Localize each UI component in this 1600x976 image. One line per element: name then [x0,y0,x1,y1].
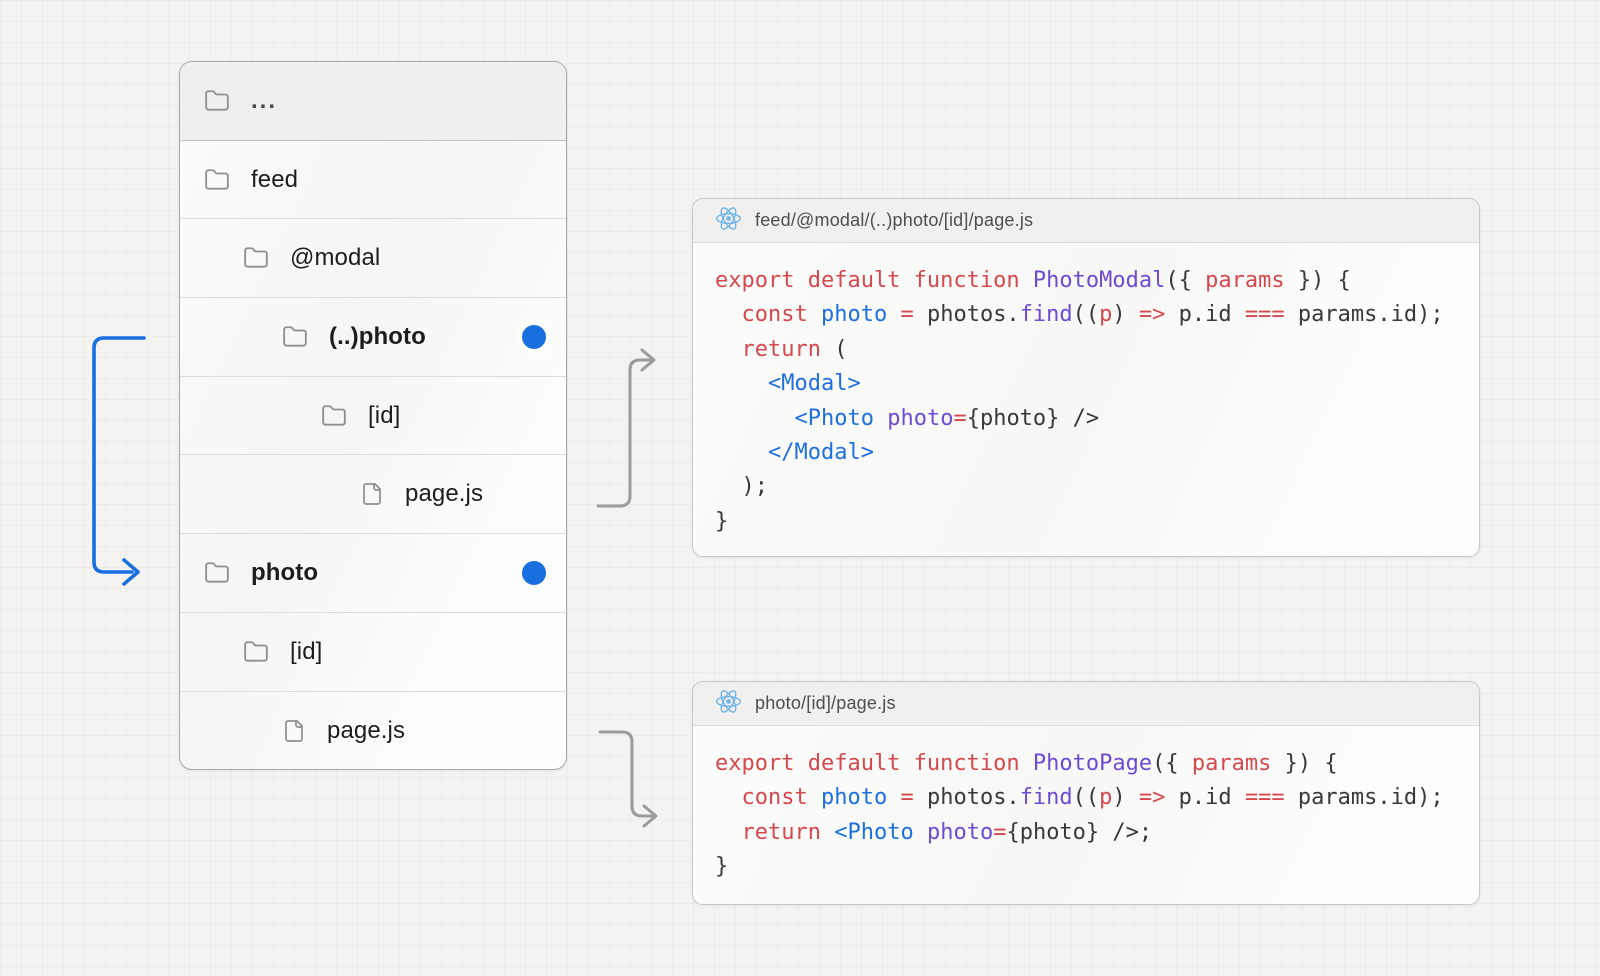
tree-row-label: ... [251,87,277,115]
code-card-photo-page: photo/[id]/page.js export default functi… [692,681,1480,905]
folder-icon [243,639,269,665]
code-line: return ( [715,333,1457,367]
folder-icon [243,245,269,271]
folder-icon [321,403,347,429]
tree-row-id: [id] [180,377,566,456]
active-route-dot [522,325,546,349]
tree-row-page-js: page.js [180,692,566,771]
tree-row-label: @modal [290,244,380,272]
tree-row-label: page.js [405,480,483,508]
code-line: export default function PhotoModal({ par… [715,264,1457,298]
file-icon [360,482,384,506]
photo-page-to-code-arrow [596,722,668,830]
code-line: return <Photo photo={photo} />; [715,816,1457,850]
tree-row-page-js: page.js [180,455,566,534]
tree-row-label: [id] [290,638,322,666]
folder-icon [204,560,230,586]
folder-icon [204,167,230,193]
tree-row-id: [id] [180,613,566,692]
tree-row-label: photo [251,559,318,587]
folder-icon [282,324,308,350]
tree-row-photo: photo [180,534,566,613]
code-line: const photo = photos.find((p) => p.id ==… [715,298,1457,332]
tree-row-: ... [180,62,566,141]
react-logo-icon [715,205,742,237]
code-line: <Modal> [715,367,1457,401]
file-tree: ... feed @modal (..)photo [id] page.js photo [i… [179,61,567,770]
code-line: export default function PhotoPage({ para… [715,747,1457,781]
code-line: ); [715,470,1457,504]
code-line: <Photo photo={photo} /> [715,402,1457,436]
code-card-header: feed/@modal/(..)photo/[id]/page.js [693,199,1479,243]
intercept-route-arrow [86,326,148,588]
tree-row-feed: feed [180,141,566,220]
code-file-path: photo/[id]/page.js [755,693,896,714]
code-snippet: export default function PhotoModal({ par… [693,243,1479,555]
code-card-intercepted-route: feed/@modal/(..)photo/[id]/page.js expor… [692,198,1480,557]
tree-row-modal: @modal [180,219,566,298]
file-icon [282,719,306,743]
code-snippet: export default function PhotoPage({ para… [693,726,1479,901]
react-logo-icon [715,688,742,720]
code-line: } [715,850,1457,884]
tree-row-label: feed [251,166,298,194]
code-line: const photo = photos.find((p) => p.id ==… [715,781,1457,815]
folder-icon [204,88,230,114]
code-card-header: photo/[id]/page.js [693,682,1479,726]
tree-row-label: (..)photo [329,323,426,351]
code-file-path: feed/@modal/(..)photo/[id]/page.js [755,210,1033,231]
code-line: } [715,505,1457,539]
tree-row-photo: (..)photo [180,298,566,377]
active-route-dot [522,561,546,585]
modal-page-to-code-arrow [594,346,666,516]
tree-row-label: [id] [368,402,400,430]
code-line: </Modal> [715,436,1457,470]
tree-row-label: page.js [327,717,405,745]
